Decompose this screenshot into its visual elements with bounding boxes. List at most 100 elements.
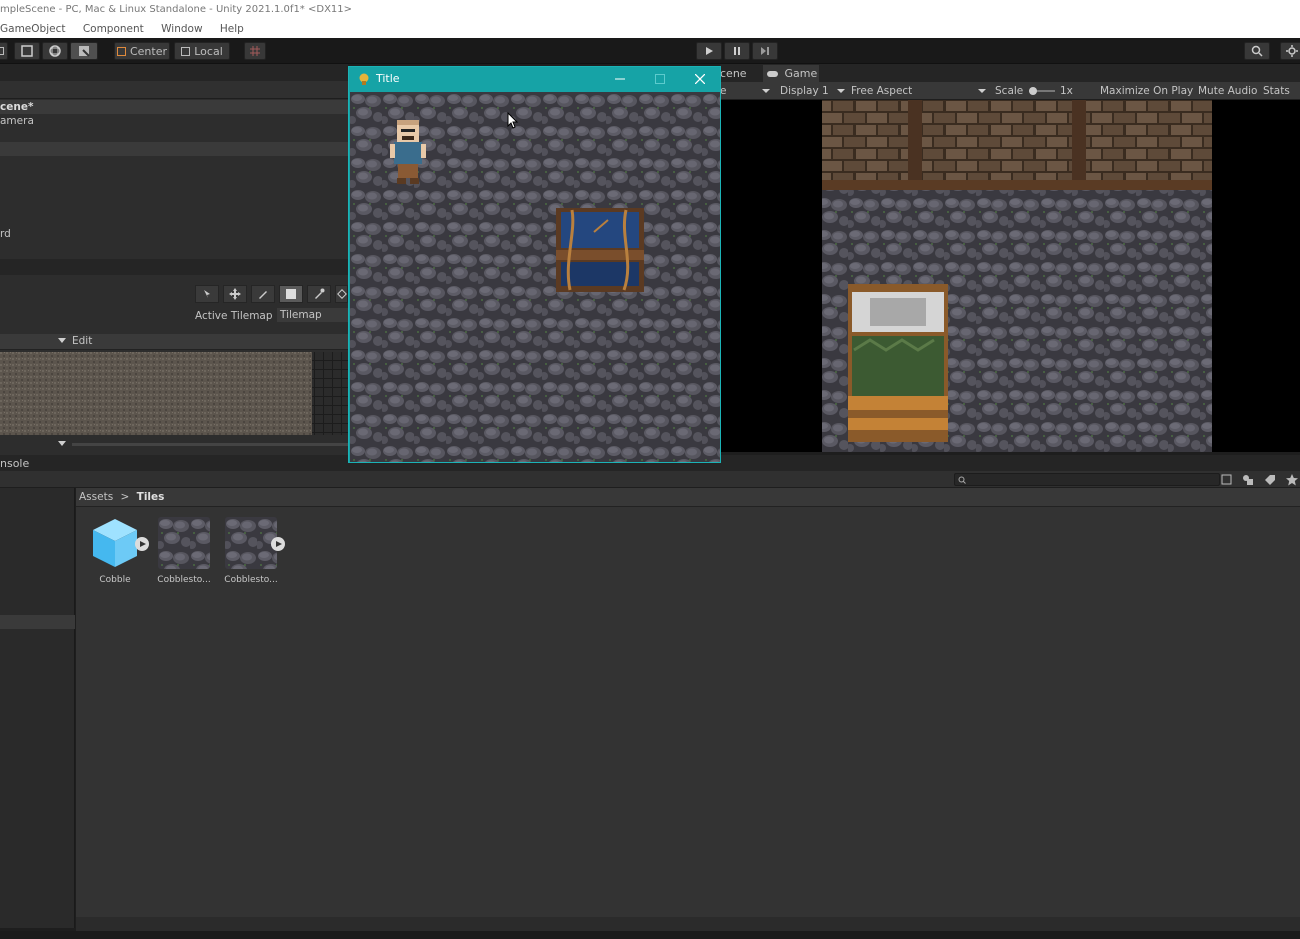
active-tilemap-label: Active Tilemap: [195, 310, 273, 322]
chevron-down-icon: [837, 83, 845, 99]
asset-cobble[interactable]: Cobble: [84, 517, 149, 585]
filter-type-icon[interactable]: [1221, 474, 1233, 486]
grid-row-label: rd: [0, 228, 11, 240]
maximize-on-play-toggle[interactable]: Maximize On Play: [1100, 83, 1193, 99]
project-search-input[interactable]: [954, 473, 1220, 486]
menu-gameobject[interactable]: GameObject: [0, 23, 65, 35]
menu-help[interactable]: Help: [220, 23, 244, 35]
paint-tool[interactable]: [251, 285, 275, 303]
chevron-down-icon: [762, 83, 770, 99]
palette-preview[interactable]: [0, 352, 348, 435]
main-toolbar: Center Local: [0, 38, 1300, 64]
window-title: mpleScene - PC, Mac & Linux Standalone -…: [0, 4, 353, 15]
active-tilemap-dropdown[interactable]: Tilemap: [277, 308, 348, 322]
step-button[interactable]: [752, 42, 778, 60]
palette-edit-button[interactable]: Edit: [72, 335, 92, 347]
mute-audio-toggle[interactable]: Mute Audio: [1198, 83, 1257, 99]
play-button[interactable]: [696, 42, 722, 60]
bed-sprite: [848, 284, 948, 442]
game-view-canvas[interactable]: [720, 100, 1300, 452]
filter-type-icon-2[interactable]: [1242, 474, 1254, 486]
hand-tool-button[interactable]: [0, 42, 8, 60]
minimize-icon[interactable]: [615, 74, 625, 84]
project-footer: [76, 917, 1300, 931]
hierarchy-scene-row[interactable]: cene*: [0, 100, 348, 114]
local-cube-icon: [181, 46, 191, 56]
display-dropdown[interactable]: Display 1: [780, 83, 829, 99]
gear-icon: [1286, 45, 1298, 57]
pause-button[interactable]: [724, 42, 750, 60]
palette-header: Edit: [0, 334, 348, 350]
stats-toggle[interactable]: Stats: [1263, 83, 1290, 99]
menu-component[interactable]: Component: [83, 23, 144, 35]
tab-game[interactable]: Game: [763, 65, 819, 82]
box-fill-tool[interactable]: [279, 285, 303, 303]
search-button[interactable]: [1244, 42, 1270, 60]
asset-cobblestone-1[interactable]: Cobblesto...: [153, 517, 215, 585]
step-icon: [761, 47, 769, 55]
aspect-dropdown[interactable]: Free Aspect: [851, 83, 912, 99]
window-titlebar: mpleScene - PC, Mac & Linux Standalone -…: [0, 0, 1300, 20]
game-window-titlebar[interactable]: Title: [349, 67, 720, 91]
cursor-icon: [204, 290, 210, 298]
transform-tool-icon: [49, 45, 61, 57]
game-window-viewport[interactable]: [350, 92, 720, 462]
pivot-local-button[interactable]: Local: [174, 42, 230, 60]
star-icon[interactable]: [1286, 474, 1298, 486]
game-window[interactable]: Title: [348, 66, 721, 463]
play-badge-icon: [135, 537, 149, 551]
tab-console[interactable]: nsole: [0, 457, 29, 470]
scale-value: 1x: [1060, 85, 1073, 97]
eraser-tool[interactable]: [335, 285, 348, 303]
hierarchy-grid-row[interactable]: rd: [0, 227, 348, 241]
hierarchy-camera-row[interactable]: amera: [0, 114, 348, 128]
tile-palette-tabbar: [0, 259, 348, 275]
chevron-down-icon: [58, 441, 66, 446]
hierarchy-toolbar: [0, 81, 348, 99]
custom-tool-button[interactable]: [70, 42, 98, 60]
select-tool[interactable]: [195, 285, 219, 303]
close-icon[interactable]: [695, 74, 705, 84]
scale-slider-thumb[interactable]: [1029, 87, 1037, 95]
box-fill-icon: [286, 289, 296, 299]
label-icon[interactable]: [1264, 474, 1276, 486]
search-icon: [958, 476, 966, 484]
grid-snap-button[interactable]: [244, 42, 266, 60]
game-render: [822, 100, 1212, 452]
transform-tool-button[interactable]: [42, 42, 68, 60]
menu-window[interactable]: Window: [161, 23, 202, 35]
asset-label: Cobblesto...: [224, 575, 278, 585]
palette-scrollbar[interactable]: [72, 443, 348, 446]
grid-snap-icon: [250, 46, 260, 56]
pivot-center-button[interactable]: Center: [114, 42, 170, 60]
game-view-toolbar: e Display 1 Free Aspect Scale 1x Maximiz…: [720, 82, 1300, 100]
camera-row-label: amera: [0, 115, 34, 127]
palette-footer-dropdown[interactable]: [58, 439, 66, 447]
chevron-down-icon: [978, 83, 986, 99]
picker-tool[interactable]: [307, 285, 331, 303]
mouse-cursor-icon: [507, 112, 519, 129]
tab-scene[interactable]: cene: [720, 65, 762, 82]
pivot-center-label: Center: [129, 44, 168, 58]
pause-icon: [734, 47, 740, 55]
brush-icon: [259, 291, 267, 299]
asset-label: Cobblesto...: [157, 575, 211, 585]
tab-game-label: Game: [784, 67, 818, 80]
app-icon: [359, 73, 369, 85]
rect-tool-button[interactable]: [14, 42, 40, 60]
breadcrumb-assets[interactable]: Assets: [79, 491, 113, 503]
hierarchy-selected-row[interactable]: [0, 142, 348, 156]
chest-sprite: [556, 208, 644, 292]
breadcrumb-tiles[interactable]: Tiles: [137, 491, 165, 503]
cube-icon: [89, 517, 149, 569]
maximize-icon[interactable]: [655, 74, 665, 84]
project-folder-tree: [0, 488, 75, 928]
palette-dropdown-arrow[interactable]: [58, 336, 66, 344]
scale-label: Scale: [995, 85, 1024, 97]
move-tool[interactable]: [223, 285, 247, 303]
scene-row-label: cene*: [0, 101, 34, 113]
folder-tree-selected[interactable]: [0, 615, 75, 629]
pivot-icon: [116, 46, 126, 56]
asset-cobblestone-2[interactable]: Cobblesto...: [220, 517, 285, 585]
settings-button[interactable]: [1280, 42, 1300, 60]
